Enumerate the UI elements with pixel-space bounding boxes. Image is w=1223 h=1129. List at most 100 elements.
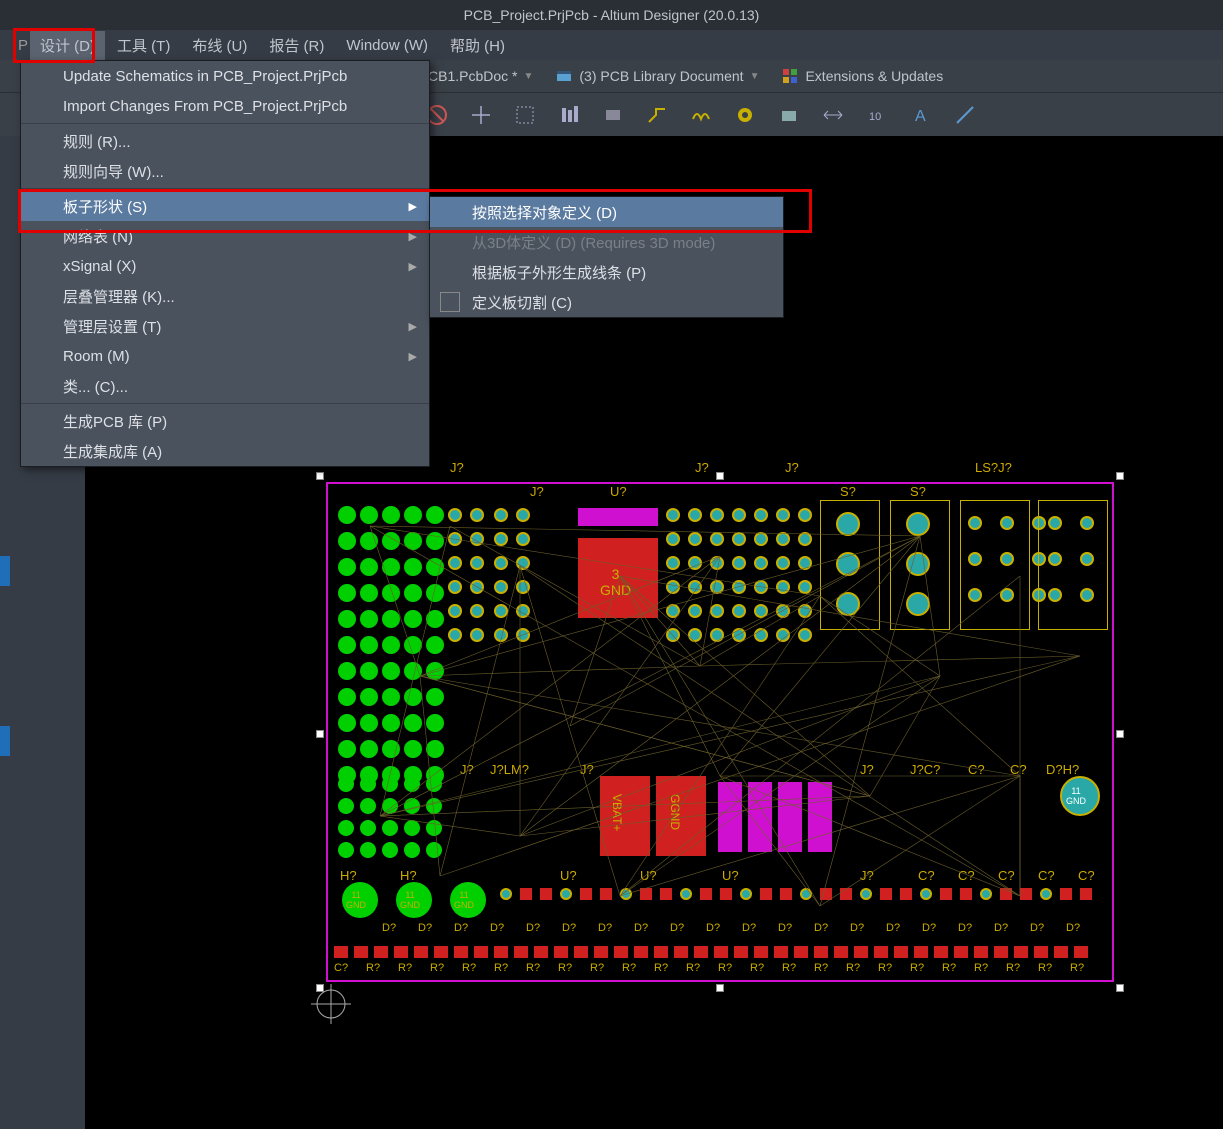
component-body: [578, 508, 658, 526]
menu-design[interactable]: 设计 (D): [30, 31, 105, 60]
menu-window[interactable]: Window (W): [336, 33, 438, 58]
designator: J?LM?: [490, 762, 529, 777]
menu-route[interactable]: 布线 (U): [182, 31, 257, 60]
submenu-create-outline[interactable]: 根据板子外形生成线条 (P): [430, 257, 783, 287]
title-bar: PCB_Project.PrjPcb - Altium Designer (20…: [0, 0, 1223, 30]
net-label: 11GND: [400, 890, 420, 910]
tool-diff-icon[interactable]: [684, 98, 718, 132]
tool-polygon-icon[interactable]: [772, 98, 806, 132]
pad: [906, 512, 930, 536]
designator: LS?J?: [975, 460, 1012, 475]
separator: [21, 403, 429, 404]
designator: C?: [998, 868, 1015, 883]
designator: S?: [910, 484, 926, 499]
tool-select-icon[interactable]: [508, 98, 542, 132]
component-body: [718, 782, 742, 852]
tool-move-icon[interactable]: [464, 98, 498, 132]
net-label: 11GND: [346, 890, 366, 910]
designator: J?: [530, 484, 544, 499]
tool-line-icon[interactable]: [948, 98, 982, 132]
submenu-arrow-icon: ▶: [409, 260, 417, 273]
designator: S?: [840, 484, 856, 499]
designator: J?: [580, 762, 594, 777]
submenu-arrow-icon: ▶: [409, 350, 417, 363]
designator: U?: [560, 868, 577, 883]
svg-text:10: 10: [869, 111, 881, 123]
designator: J?: [860, 868, 874, 883]
pad: [906, 552, 930, 576]
designator: U?: [610, 484, 627, 499]
designator: C?: [958, 868, 975, 883]
net-label: 11GND: [1066, 786, 1086, 806]
submenu-arrow-icon: ▶: [409, 230, 417, 243]
designator: J?: [860, 762, 874, 777]
designator: J?: [785, 460, 799, 475]
net-label: GGND: [668, 794, 682, 830]
menu-reports[interactable]: 报告 (R): [259, 31, 334, 60]
component-body: [778, 782, 802, 852]
component-body: [600, 776, 650, 856]
svg-text:A: A: [915, 108, 926, 125]
panel-tab[interactable]: [0, 556, 10, 586]
panel-tab[interactable]: [0, 726, 10, 756]
designator: C?: [1038, 868, 1055, 883]
chevron-down-icon: ▼: [523, 71, 533, 82]
designator: C?: [1010, 762, 1027, 777]
submenu-define-cutout[interactable]: 定义板切割 (C): [430, 287, 783, 317]
library-icon: [555, 67, 573, 85]
separator: [21, 188, 429, 189]
menu-rule-wizard[interactable]: 规则向导 (W)...: [21, 156, 429, 186]
tool-component-icon[interactable]: [596, 98, 630, 132]
menu-room[interactable]: Room (M)▶: [21, 341, 429, 371]
submenu-arrow-icon: ▶: [409, 320, 417, 333]
menu-netlist[interactable]: 网络表 (N)▶: [21, 221, 429, 251]
designator: J?: [450, 460, 464, 475]
menu-xsignal[interactable]: xSignal (X)▶: [21, 251, 429, 281]
component-body: [808, 782, 832, 852]
designator: H?: [400, 868, 417, 883]
designator: U?: [640, 868, 657, 883]
net-label: VBAT+: [610, 794, 624, 831]
pcb-board[interactable]: J? J? U? J? J? S? S? LS?J? 3GND J? J?LM?…: [320, 476, 1120, 1006]
menu-classes[interactable]: 类... (C)...: [21, 371, 429, 401]
pad: [906, 592, 930, 616]
tool-via-icon[interactable]: [728, 98, 762, 132]
tool-align-icon[interactable]: [552, 98, 586, 132]
board-shape-submenu: 按照选择对象定义 (D) 从3D体定义 (D) (Requires 3D mod…: [429, 196, 784, 318]
tool-route-icon[interactable]: [640, 98, 674, 132]
menu-import-changes[interactable]: Import Changes From PCB_Project.PrjPcb: [21, 91, 429, 121]
menu-truncated: P: [18, 37, 28, 54]
designator: C?: [1078, 868, 1095, 883]
menu-layer-stack[interactable]: 层叠管理器 (K)...: [21, 281, 429, 311]
designator: C?: [918, 868, 935, 883]
design-menu-dropdown: Update Schematics in PCB_Project.PrjPcb …: [20, 60, 430, 467]
menu-update-schematics[interactable]: Update Schematics in PCB_Project.PrjPcb: [21, 61, 429, 91]
chevron-down-icon: ▼: [750, 71, 760, 82]
menu-help[interactable]: 帮助 (H): [440, 31, 515, 60]
designator: J?: [460, 762, 474, 777]
menu-make-pcb-lib[interactable]: 生成PCB 库 (P): [21, 406, 429, 436]
designator: D?H?: [1046, 762, 1079, 777]
menu-bar: P 设计 (D) 工具 (T) 布线 (U) 报告 (R) Window (W)…: [0, 30, 1223, 60]
tab-pcbdoc[interactable]: CB1.PcbDoc *▼: [420, 64, 541, 88]
tab-extensions[interactable]: Extensions & Updates: [773, 63, 951, 89]
designator: J?: [695, 460, 709, 475]
pad: [836, 592, 860, 616]
menu-tools[interactable]: 工具 (T): [107, 31, 180, 60]
submenu-define-from-selected[interactable]: 按照选择对象定义 (D): [430, 197, 783, 227]
menu-rules[interactable]: 规则 (R)...: [21, 126, 429, 156]
designator: U?: [722, 868, 739, 883]
tool-dimension-icon[interactable]: [816, 98, 850, 132]
tool-grid-icon[interactable]: 10: [860, 98, 894, 132]
menu-board-shape[interactable]: 板子形状 (S)▶: [21, 191, 429, 221]
pad: [836, 512, 860, 536]
menu-make-integrated-lib[interactable]: 生成集成库 (A): [21, 436, 429, 466]
tab-pcblib[interactable]: (3) PCB Library Document▼: [547, 63, 767, 89]
pad: [836, 552, 860, 576]
component-body: [748, 782, 772, 852]
net-label: 11GND: [454, 890, 474, 910]
tool-text-icon[interactable]: A: [904, 98, 938, 132]
submenu-arrow-icon: ▶: [409, 200, 417, 213]
designator: C?: [968, 762, 985, 777]
menu-layer-sets[interactable]: 管理层设置 (T)▶: [21, 311, 429, 341]
